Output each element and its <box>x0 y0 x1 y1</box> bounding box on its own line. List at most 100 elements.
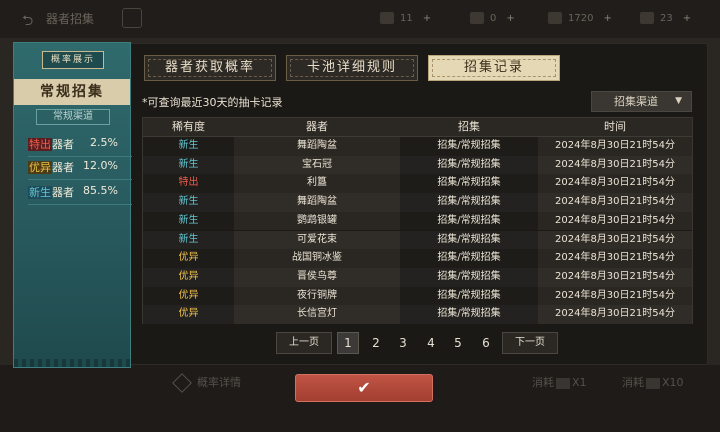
background-title: 器者招集 <box>46 12 95 26</box>
diamond-icon <box>172 373 192 393</box>
header-rarity: 稀有度 <box>172 120 205 133</box>
records-table: 稀有度 器者 招集 时间 新生 舞蹈陶盆 招集/常规招集 2024年8月30日21时5… <box>142 117 693 324</box>
cost-single: 消耗 X1 <box>532 376 587 389</box>
table-row: 特出 利簋 招集/常规招集 2024年8月30日21时54分 <box>143 174 692 194</box>
item-cell: 长信宫灯 <box>234 305 400 324</box>
paper-icon <box>380 12 394 24</box>
rarity-cell: 优异 <box>143 249 234 268</box>
page-4-button[interactable]: 4 <box>420 332 442 354</box>
item-cell: 舞蹈陶盆 <box>234 193 400 212</box>
item-cell: 舞蹈陶盆 <box>234 137 400 156</box>
channel-dropdown[interactable]: 招集渠道 ▼ <box>591 91 692 112</box>
rarity-cell: 特出 <box>143 174 234 194</box>
background-header: ⮌ 器者招集 11 + 0 + 1720 + 23 + <box>0 0 720 38</box>
table-row: 新生 舞蹈陶盆 招集/常规招集 2024年8月30日21时54分 <box>143 137 692 156</box>
table-row: 新生 宝石冠 招集/常规招集 2024年8月30日21时54分 <box>143 155 692 175</box>
rarity-tag: 优异 <box>28 161 52 174</box>
source-cell: 招集/常规招集 <box>400 211 538 231</box>
time-cell: 2024年8月30日21时54分 <box>538 305 692 324</box>
caret-down-icon: ▼ <box>675 96 682 106</box>
probability-detail-link: 概率详情 <box>172 373 241 393</box>
source-cell: 招集/常规招集 <box>400 193 538 212</box>
rarity-cell: 优异 <box>143 305 234 324</box>
source-cell: 招集/常规招集 <box>400 249 538 268</box>
table-row: 优异 夜行铜牌 招集/常规招集 2024年8月30日21时54分 <box>143 286 692 306</box>
table-row: 新生 舞蹈陶盆 招集/常规招集 2024年8月30日21时54分 <box>143 193 692 212</box>
table-row: 优异 长信宫灯 招集/常规招集 2024年8月30日21时54分 <box>143 305 692 324</box>
time-cell: 2024年8月30日21时54分 <box>538 286 692 306</box>
tab-pool-rules[interactable]: 卡池详细规则 <box>286 55 418 81</box>
tab-probability[interactable]: 器者获取概率 <box>144 55 276 81</box>
item-cell: 鹦鹉银罐 <box>234 211 400 231</box>
table-row: 新生 鹦鹉银罐 招集/常规招集 2024年8月30日21时54分 <box>143 211 692 231</box>
tab-records[interactable]: 招集记录 <box>428 55 560 81</box>
item-cell: 战国铜冰鉴 <box>234 249 400 268</box>
rarity-cell: 新生 <box>143 137 234 156</box>
resource-paper: 11 + <box>380 12 431 24</box>
scroll-icon <box>548 12 562 24</box>
source-cell: 招集/常规招集 <box>400 267 538 287</box>
rarity-cell: 新生 <box>143 155 234 175</box>
ticket-icon <box>556 377 570 389</box>
card-icon <box>640 12 654 24</box>
rate-label: 器者 <box>52 161 74 174</box>
header-source: 招集 <box>458 120 480 133</box>
source-cell: 招集/常规招集 <box>400 155 538 175</box>
resource-vessel: 0 + <box>470 12 515 24</box>
source-cell: 招集/常规招集 <box>400 174 538 194</box>
item-cell: 晋侯鸟尊 <box>234 267 400 287</box>
cost-ten: 消耗 X10 <box>622 376 684 389</box>
card-title: 常规招集 <box>14 79 130 105</box>
time-cell: 2024年8月30日21时54分 <box>538 155 692 175</box>
table-row: 优异 晋侯鸟尊 招集/常规招集 2024年8月30日21时54分 <box>143 267 692 287</box>
prev-page-button[interactable]: 上一页 <box>276 332 332 354</box>
resource-scroll: 1720 + <box>548 12 612 24</box>
back-arrow-icon: ⮌ <box>22 13 34 29</box>
rate-percent: 12.0% <box>83 159 118 172</box>
page-6-button[interactable]: 6 <box>475 332 497 354</box>
vessel-icon <box>470 12 484 24</box>
dropdown-label: 招集渠道 <box>614 95 658 108</box>
header-time: 时间 <box>604 120 626 133</box>
source-cell: 招集/常规招集 <box>400 286 538 306</box>
time-cell: 2024年8月30日21时54分 <box>538 193 692 212</box>
item-cell: 利簋 <box>234 174 400 194</box>
page-3-button[interactable]: 3 <box>392 332 414 354</box>
rate-percent: 2.5% <box>90 136 118 149</box>
page-1-button[interactable]: 1 <box>337 332 359 354</box>
source-cell: 招集/常规招集 <box>400 230 538 250</box>
card-tab: 概率展示 <box>42 51 104 69</box>
table-header: 稀有度 器者 招集 时间 <box>143 118 692 137</box>
pool-card: 概率展示 常规招集 常规渠道 特出器者 2.5% 优异器者 12.0% 新生器者… <box>13 42 132 368</box>
time-cell: 2024年8月30日21时54分 <box>538 211 692 231</box>
rate-row-special: 特出器者 2.5% <box>28 136 132 157</box>
page-2-button[interactable]: 2 <box>365 332 387 354</box>
rarity-cell: 新生 <box>143 230 234 250</box>
rate-row-new: 新生器者 85.5% <box>28 184 132 205</box>
rarity-cell: 新生 <box>143 211 234 231</box>
rarity-tag: 新生 <box>28 186 52 199</box>
time-cell: 2024年8月30日21时54分 <box>538 249 692 268</box>
item-cell: 可爱花束 <box>234 230 400 250</box>
rarity-cell: 新生 <box>143 193 234 212</box>
next-page-button[interactable]: 下一页 <box>502 332 558 354</box>
ticket-icon <box>646 377 660 389</box>
rate-label: 器者 <box>52 138 74 151</box>
time-cell: 2024年8月30日21时54分 <box>538 230 692 250</box>
checkmark-icon: ✔ <box>357 378 371 397</box>
record-note: *可查询最近30天的抽卡记录 <box>142 96 283 109</box>
table-row: 新生 可爱花束 招集/常规招集 2024年8月30日21时54分 <box>143 230 692 250</box>
confirm-button[interactable]: ✔ <box>295 374 433 402</box>
page-5-button[interactable]: 5 <box>447 332 469 354</box>
rate-row-excellent: 优异器者 12.0% <box>28 159 132 180</box>
time-cell: 2024年8月30日21时54分 <box>538 174 692 194</box>
source-cell: 招集/常规招集 <box>400 137 538 156</box>
rarity-cell: 优异 <box>143 267 234 287</box>
card-subtitle: 常规渠道 <box>36 109 110 125</box>
rarity-cell: 优异 <box>143 286 234 306</box>
rarity-tag: 特出 <box>28 138 52 151</box>
source-cell: 招集/常规招集 <box>400 305 538 324</box>
item-cell: 宝石冠 <box>234 155 400 175</box>
time-cell: 2024年8月30日21时54分 <box>538 267 692 287</box>
table-row: 优异 战国铜冰鉴 招集/常规招集 2024年8月30日21时54分 <box>143 249 692 268</box>
